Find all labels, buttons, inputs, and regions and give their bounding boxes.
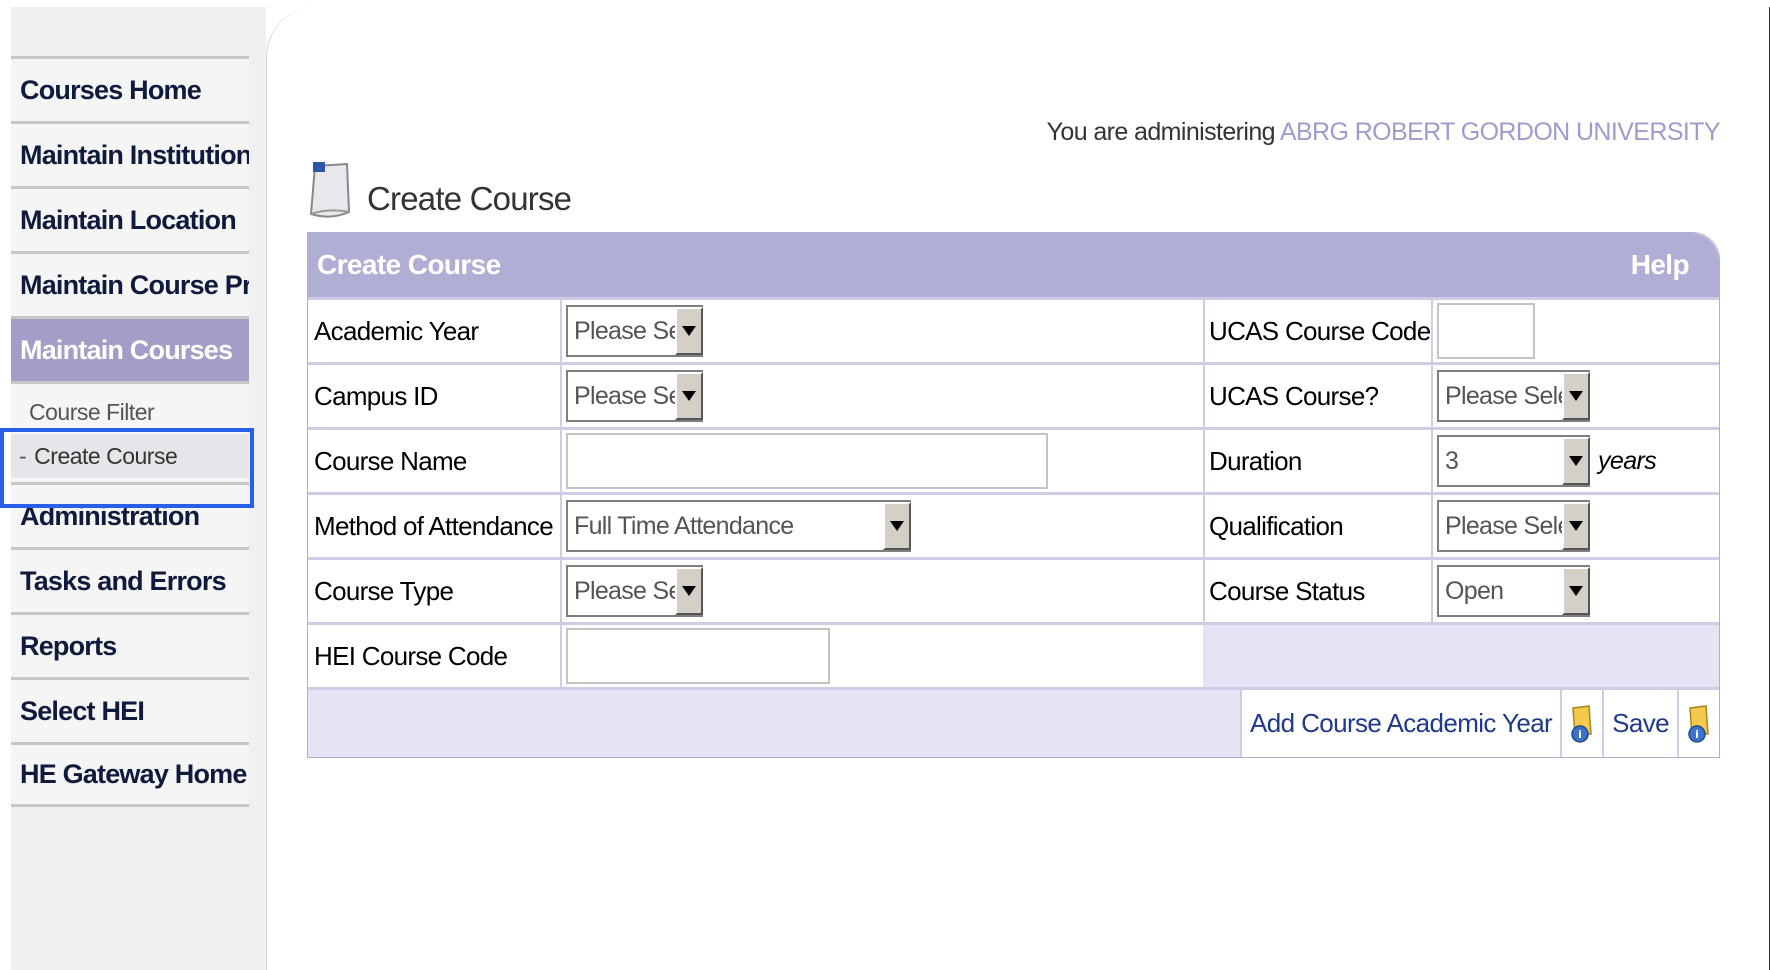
campus-id-value: Please Select: [574, 381, 675, 410]
duration-value: 3: [1445, 446, 1459, 475]
chevron-down-icon[interactable]: [675, 567, 703, 615]
administering-notice: You are administering ABRG ROBERT GORDON…: [1046, 118, 1721, 147]
help-link[interactable]: Help: [1631, 249, 1690, 281]
create-course-panel: Create Course Help Academic Year Please …: [307, 232, 1720, 758]
panel-actions: Add Course Academic Year i Save i: [308, 687, 1719, 757]
ucas-course-cell: Please Select: [1431, 365, 1719, 427]
method-of-attendance-label: Method of Attendance: [308, 495, 560, 557]
qualification-value: Please Select: [1445, 511, 1562, 540]
course-status-value: Open: [1445, 576, 1504, 605]
hei-course-code-label: HEI Course Code: [308, 625, 560, 687]
method-of-attendance-value: Full Time Attendance: [574, 511, 794, 540]
sidebar-item-courses-home[interactable]: Courses Home: [11, 56, 249, 121]
chevron-down-icon[interactable]: [1562, 372, 1590, 420]
add-course-academic-year-button[interactable]: Add Course Academic Year: [1239, 690, 1561, 757]
course-type-value: Please Select: [574, 576, 675, 605]
course-name-input[interactable]: [566, 433, 1048, 489]
course-type-label: Course Type: [308, 560, 560, 622]
form-row: Course Name Duration 3 years: [308, 427, 1719, 492]
panel-title: Create Course: [317, 249, 501, 280]
sidebar-item-maintain-institution[interactable]: Maintain Institution: [11, 121, 249, 186]
duration-select[interactable]: 3: [1437, 435, 1590, 487]
sidebar-item-he-gateway-home[interactable]: HE Gateway Home: [11, 742, 249, 807]
help-info-icon[interactable]: i: [1677, 690, 1719, 757]
duration-units: years: [1598, 446, 1657, 475]
academic-year-select[interactable]: Please Select: [566, 305, 703, 357]
form-row: Course Type Please Select Course Status …: [308, 557, 1719, 622]
chevron-down-icon[interactable]: [883, 502, 911, 550]
panel-header: Create Course Help: [308, 233, 1719, 297]
save-button[interactable]: Save: [1602, 690, 1677, 757]
ucas-course-value: Please Select: [1445, 381, 1562, 410]
ucas-course-code-input[interactable]: [1437, 303, 1535, 359]
duration-label: Duration: [1203, 430, 1431, 492]
administering-prefix: You are administering: [1046, 118, 1276, 146]
sidebar-item-maintain-courses[interactable]: Maintain Courses: [11, 316, 249, 381]
course-type-select[interactable]: Please Select: [566, 565, 703, 617]
chevron-down-icon[interactable]: [675, 307, 703, 355]
sidebar-item-reports[interactable]: Reports: [11, 612, 249, 677]
sidebar-item-select-hei[interactable]: Select HEI: [11, 677, 249, 742]
ucas-course-select[interactable]: Please Select: [1437, 370, 1590, 422]
page-heading: Create Course: [307, 160, 572, 220]
help-info-icon[interactable]: i: [1560, 690, 1603, 757]
hei-course-code-cell: [560, 625, 1203, 687]
highlight-annotation: [0, 428, 254, 508]
chevron-down-icon[interactable]: [1562, 437, 1590, 485]
ucas-course-code-cell: [1431, 300, 1719, 362]
page-icon: [309, 162, 351, 218]
form-row: Method of Attendance Full Time Attendanc…: [308, 492, 1719, 557]
institution-name: ABRG ROBERT GORDON UNIVERSITY: [1279, 118, 1721, 146]
chevron-down-icon[interactable]: [1562, 502, 1590, 550]
empty-cell: [1203, 625, 1431, 687]
qualification-select[interactable]: Please Select: [1437, 500, 1590, 552]
sidebar-item-maintain-course-profile[interactable]: Maintain Course Profile: [11, 251, 249, 316]
course-name-label: Course Name: [308, 430, 560, 492]
page-title: Create Course: [367, 180, 572, 217]
form-row: Academic Year Please Select UCAS Course …: [308, 297, 1719, 362]
course-status-select[interactable]: Open: [1437, 565, 1590, 617]
form-row: Campus ID Please Select UCAS Course? Ple…: [308, 362, 1719, 427]
sidebar-item-maintain-location[interactable]: Maintain Location: [11, 186, 249, 251]
campus-id-label: Campus ID: [308, 365, 560, 427]
course-status-label: Course Status: [1203, 560, 1431, 622]
ucas-course-label: UCAS Course?: [1203, 365, 1431, 427]
course-type-cell: Please Select: [560, 560, 1203, 622]
academic-year-cell: Please Select: [560, 300, 1203, 362]
qualification-cell: Please Select: [1431, 495, 1719, 557]
duration-cell: 3 years: [1431, 430, 1719, 492]
chevron-down-icon[interactable]: [1562, 567, 1590, 615]
svg-text:i: i: [1695, 728, 1699, 741]
academic-year-value: Please Select: [574, 316, 675, 345]
course-status-cell: Open: [1431, 560, 1719, 622]
qualification-label: Qualification: [1203, 495, 1431, 557]
hei-course-code-input[interactable]: [566, 628, 830, 684]
chevron-down-icon[interactable]: [675, 372, 703, 420]
ucas-course-code-label: UCAS Course Code: [1203, 300, 1431, 362]
svg-text:i: i: [1578, 728, 1582, 741]
method-of-attendance-cell: Full Time Attendance: [560, 495, 1203, 557]
form-row: HEI Course Code: [308, 622, 1719, 687]
course-name-cell: [560, 430, 1203, 492]
academic-year-label: Academic Year: [308, 300, 560, 362]
campus-id-cell: Please Select: [560, 365, 1203, 427]
campus-id-select[interactable]: Please Select: [566, 370, 703, 422]
empty-cell: [1431, 625, 1719, 687]
sidebar-item-tasks-and-errors[interactable]: Tasks and Errors: [11, 547, 249, 612]
method-of-attendance-select[interactable]: Full Time Attendance: [566, 500, 911, 552]
